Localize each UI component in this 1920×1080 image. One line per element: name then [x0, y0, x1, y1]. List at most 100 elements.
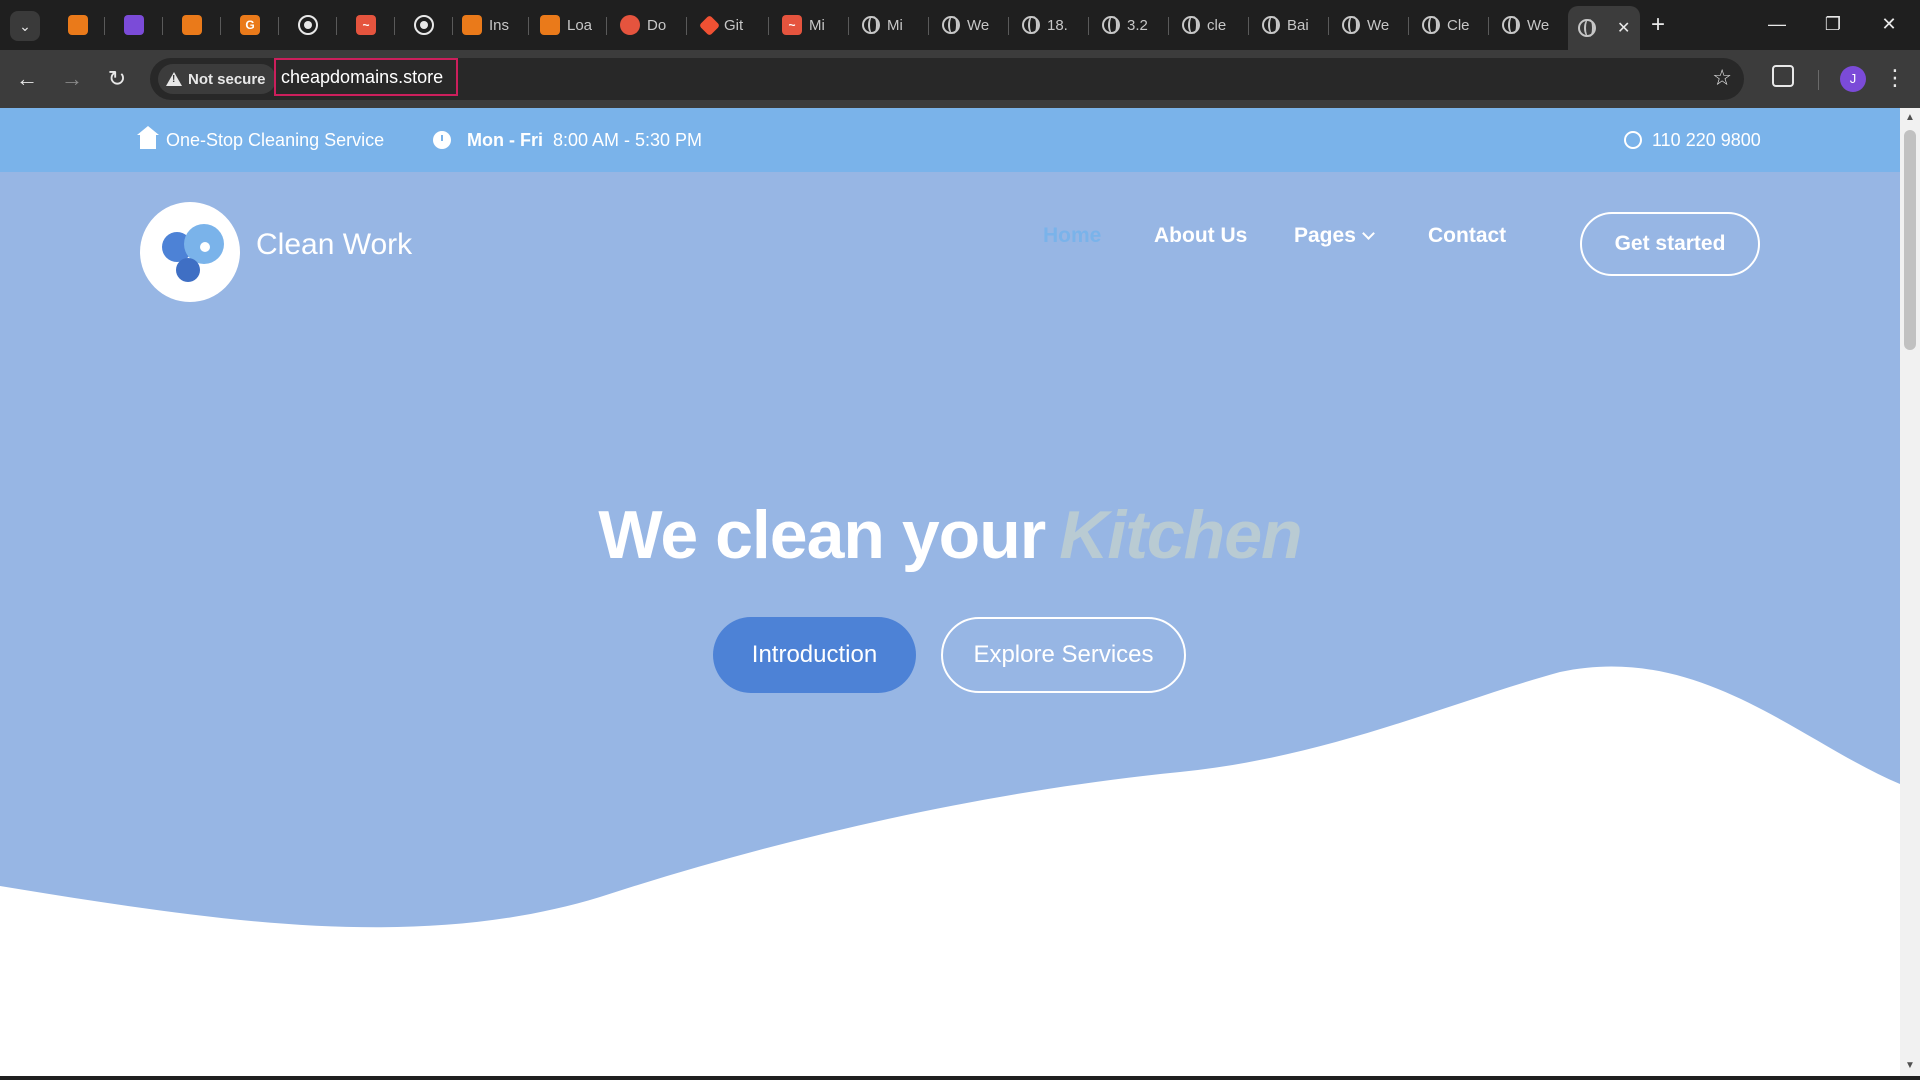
browser-tab[interactable]: We: [932, 9, 1002, 41]
browser-toolbar: ← → ↻ Not secure cheapdomains.store ☆ J …: [0, 50, 1920, 108]
page-viewport: One-Stop Cleaning Service Mon - Fri 8:00…: [0, 108, 1900, 1076]
globe-icon: [1102, 16, 1120, 34]
active-browser-tab[interactable]: ✕: [1568, 6, 1640, 50]
new-tab-button[interactable]: +: [1651, 10, 1665, 40]
bubble-icon: [176, 258, 200, 282]
browser-tab[interactable]: ~: [346, 9, 388, 41]
service-text: One-Stop Cleaning Service: [166, 129, 385, 150]
browser-tab[interactable]: Do: [610, 9, 680, 41]
url-text[interactable]: cheapdomains.store: [274, 58, 458, 96]
nav-pages-label: Pages: [1294, 224, 1356, 247]
service-info: One-Stop Cleaning Service: [137, 108, 385, 172]
browser-tab[interactable]: Ins: [452, 9, 522, 41]
browser-tab[interactable]: Loa: [530, 9, 600, 41]
git-icon: [698, 14, 721, 36]
explore-services-button[interactable]: Explore Services: [941, 617, 1186, 693]
page-scrollbar[interactable]: ▲ ▼: [1900, 108, 1920, 1076]
nav-home[interactable]: Home: [1043, 224, 1101, 248]
headline-rotating-word: Kitchen: [1059, 497, 1302, 573]
browser-tab[interactable]: 3.2: [1092, 9, 1162, 41]
security-label: Not secure: [188, 70, 266, 88]
minimize-icon[interactable]: —: [1754, 8, 1800, 40]
browser-tab[interactable]: Git: [692, 9, 762, 41]
browser-tab[interactable]: ~ Mi: [772, 9, 842, 41]
tab-separator: [528, 17, 529, 35]
close-tab-icon[interactable]: ✕: [1617, 18, 1630, 38]
tab-separator: [1328, 17, 1329, 35]
profile-avatar[interactable]: J: [1840, 66, 1866, 92]
get-started-button[interactable]: Get started: [1580, 212, 1760, 276]
browser-tab[interactable]: Mi: [852, 9, 922, 41]
window-bottom-border: [0, 1076, 1920, 1080]
tab-separator: [768, 17, 769, 35]
scroll-up-arrow-icon[interactable]: ▲: [1905, 112, 1915, 123]
tab-separator: [1408, 17, 1409, 35]
browser-tab-strip: ⌄ G ~ Ins Loa Do Git ~ Mi Mi We 18. 3.2 c…: [0, 0, 1920, 50]
tab-separator: [928, 17, 929, 35]
scroll-down-arrow-icon[interactable]: ▼: [1905, 1060, 1915, 1071]
globe-icon: [1502, 16, 1520, 34]
tab-separator: [606, 17, 607, 35]
address-bar[interactable]: Not secure cheapdomains.store ☆: [150, 58, 1744, 100]
globe-icon: [1578, 19, 1596, 37]
orange-g-icon: G: [240, 15, 260, 35]
browser-tab[interactable]: Bai: [1252, 9, 1322, 41]
browser-tab[interactable]: G: [230, 9, 272, 41]
hero-headline: We clean your Kitchen: [0, 496, 1900, 574]
introduction-button[interactable]: Introduction: [713, 617, 916, 693]
nav-about-us[interactable]: About Us: [1154, 224, 1247, 248]
github-icon: [298, 15, 318, 35]
clock-icon: [433, 131, 451, 149]
tab-separator: [220, 17, 221, 35]
browser-tab[interactable]: [288, 9, 330, 41]
browser-tab[interactable]: [404, 9, 446, 41]
reload-icon[interactable]: ↻: [101, 63, 133, 95]
hero-section: Clean Work Home About Us Pages Contact G…: [0, 172, 1900, 1076]
extensions-icon[interactable]: [1772, 65, 1794, 87]
browser-tab[interactable]: We: [1492, 9, 1562, 41]
tab-separator: [1248, 17, 1249, 35]
whatsapp-icon: [1624, 131, 1642, 149]
browser-tab[interactable]: 18.: [1012, 9, 1082, 41]
globe-icon: [1022, 16, 1040, 34]
nav-contact[interactable]: Contact: [1428, 224, 1506, 248]
red-wave-icon: ~: [782, 15, 802, 35]
tab-separator: [162, 17, 163, 35]
browser-tab[interactable]: We: [1332, 9, 1402, 41]
github-icon: [414, 15, 434, 35]
browser-tab[interactable]: Cle: [1412, 9, 1482, 41]
browser-tab[interactable]: [58, 9, 100, 41]
phone-info[interactable]: 110 220 9800: [1624, 108, 1761, 172]
forward-arrow-icon[interactable]: →: [56, 63, 88, 95]
tab-separator: [848, 17, 849, 35]
close-window-icon[interactable]: ✕: [1866, 8, 1912, 40]
orange-square-icon: [68, 15, 88, 35]
tab-separator: [104, 17, 105, 35]
tab-separator: [394, 17, 395, 35]
orange-square-icon: [182, 15, 202, 35]
globe-icon: [862, 16, 880, 34]
globe-icon: [1342, 16, 1360, 34]
hours-info: Mon - Fri 8:00 AM - 5:30 PM: [433, 108, 702, 172]
restore-icon[interactable]: ❐: [1810, 8, 1856, 40]
orange-square-icon: [462, 15, 482, 35]
nav-pages[interactable]: Pages: [1294, 224, 1375, 248]
warning-icon: [166, 72, 182, 86]
tab-separator: [336, 17, 337, 35]
site-security-chip[interactable]: Not secure: [158, 64, 276, 94]
back-arrow-icon[interactable]: ←: [11, 63, 43, 95]
browser-tab[interactable]: [114, 9, 156, 41]
site-logo[interactable]: [140, 202, 240, 302]
purple-app-icon: [124, 15, 144, 35]
info-topbar: One-Stop Cleaning Service Mon - Fri 8:00…: [0, 108, 1900, 172]
bookmark-star-icon[interactable]: ☆: [1712, 65, 1732, 91]
browser-tab[interactable]: cle: [1172, 9, 1242, 41]
brand-name[interactable]: Clean Work: [256, 228, 412, 262]
days-text: Mon - Fri: [467, 129, 543, 150]
tab-separator: [1008, 17, 1009, 35]
browser-tab[interactable]: [172, 9, 214, 41]
browser-menu-icon[interactable]: ⋮: [1884, 62, 1906, 94]
globe-icon: [1422, 16, 1440, 34]
scrollbar-thumb[interactable]: [1904, 130, 1916, 350]
tab-search-chevron-icon[interactable]: ⌄: [10, 11, 40, 41]
